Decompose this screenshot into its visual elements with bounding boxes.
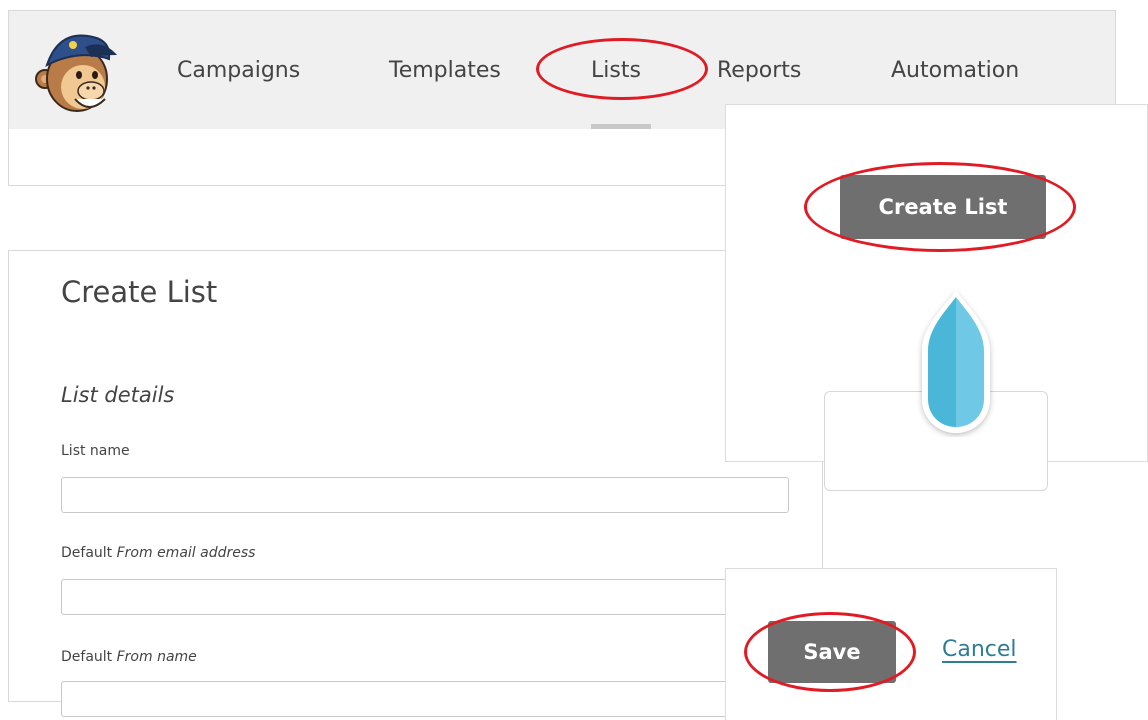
list-name-label: List name	[61, 443, 130, 459]
cancel-link[interactable]: Cancel	[942, 637, 1017, 662]
drop-icon	[922, 291, 990, 433]
nav-tab-templates[interactable]: Templates	[389, 57, 501, 85]
create-list-button[interactable]: Create List	[840, 175, 1046, 239]
screenshot-stage: Campaigns Templates Lists Reports Automa…	[0, 0, 1148, 720]
from-email-input[interactable]	[61, 579, 789, 615]
nav-tab-lists[interactable]: Lists	[591, 57, 641, 85]
section-title-list-details: List details	[61, 383, 175, 407]
create-list-callout: Create List	[725, 104, 1148, 491]
active-tab-indicator	[591, 124, 651, 129]
from-name-label-prefix: Default	[61, 649, 117, 665]
nav-tab-campaigns[interactable]: Campaigns	[177, 57, 300, 85]
create-list-form-panel: Create List List details List name Defau…	[8, 250, 823, 717]
page-title: Create List	[61, 275, 218, 309]
nav-tab-reports[interactable]: Reports	[717, 57, 801, 85]
from-name-input[interactable]	[61, 681, 789, 717]
from-name-label-emphasis: From name	[116, 649, 197, 665]
nav-tab-automation[interactable]: Automation	[891, 57, 1019, 85]
from-name-label: Default From name	[61, 649, 197, 665]
from-email-label-emphasis: From email address	[116, 545, 256, 561]
save-button[interactable]: Save	[768, 621, 896, 683]
from-email-label: Default From email address	[61, 545, 255, 561]
save-cancel-callout: Save Cancel	[725, 568, 1057, 720]
mailchimp-logo-icon[interactable]	[33, 25, 119, 119]
from-email-label-prefix: Default	[61, 545, 117, 561]
list-name-input[interactable]	[61, 477, 789, 513]
